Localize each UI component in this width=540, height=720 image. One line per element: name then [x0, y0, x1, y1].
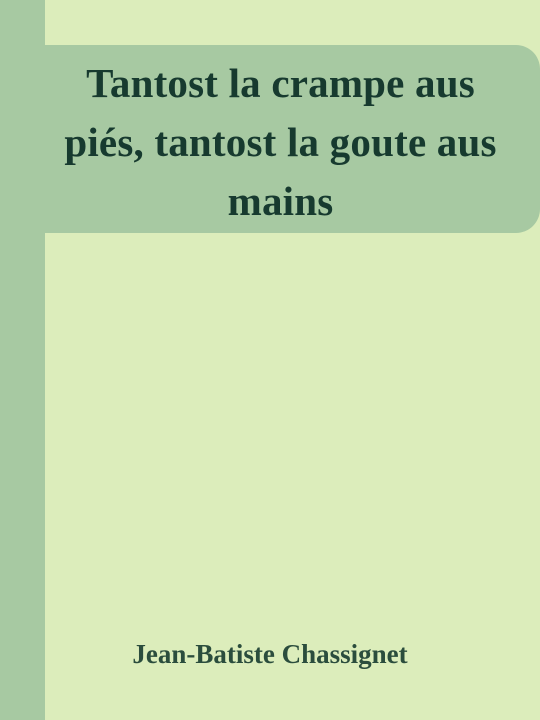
- book-cover: Tantost la crampe aus piés, tantost la g…: [0, 0, 540, 720]
- book-author: Jean-Batiste Chassignet: [132, 639, 408, 669]
- book-title: Tantost la crampe aus piés, tantost la g…: [64, 60, 497, 224]
- left-vertical-band: [0, 0, 45, 720]
